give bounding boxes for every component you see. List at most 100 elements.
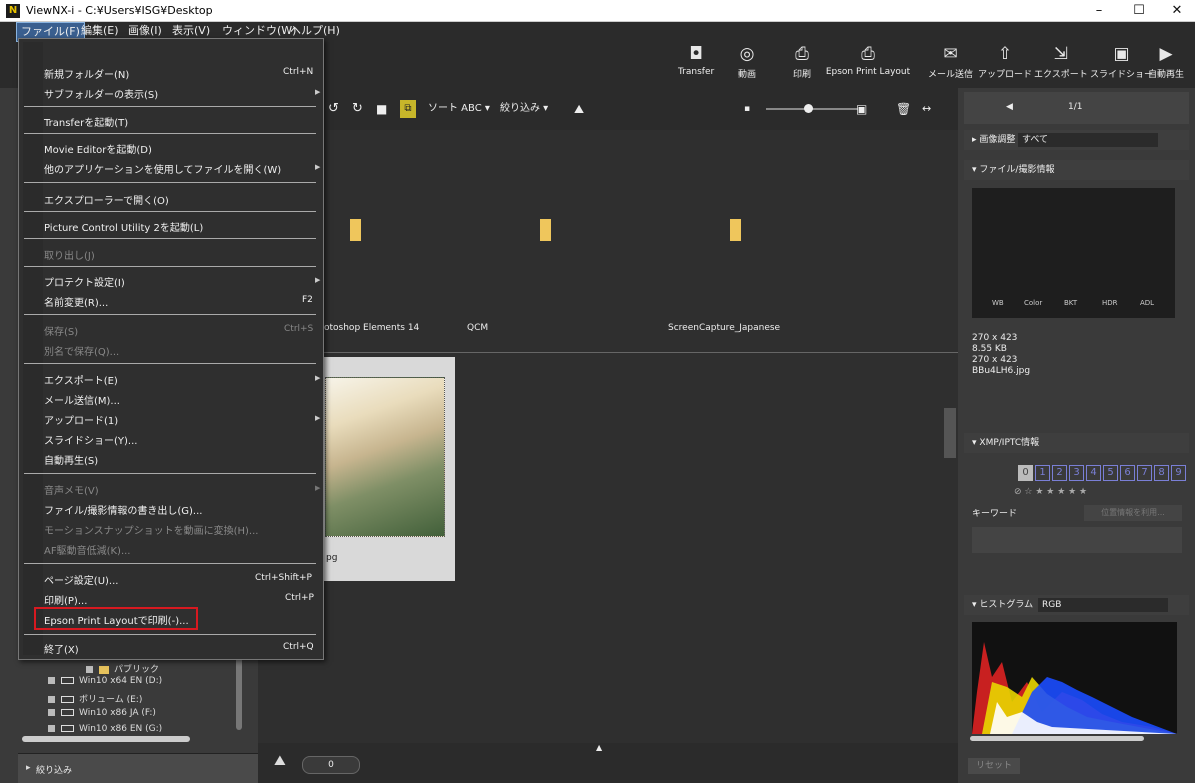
image-adjust-select[interactable]: すべて [1018,133,1158,147]
tree-item-public[interactable]: パブリック [86,662,159,675]
menu-item-email[interactable]: メール送信(M)... [44,392,120,407]
histogram [972,622,1177,734]
label-icon[interactable]: ⛰ [274,753,286,769]
transfer-button[interactable]: ◘ Transfer [678,44,714,77]
label-4[interactable]: 4 [1086,465,1101,481]
expand-icon[interactable] [48,725,55,732]
tree-item-drive-e[interactable]: ボリューム (E:) [48,692,142,705]
menu-item-print[interactable]: 印刷(P)... [44,592,87,607]
file-info-header[interactable]: ▾ ファイル/撮影情報 [964,160,1189,180]
tree-item-drive-g[interactable]: Win10 x86 EN (G:) [48,724,162,734]
export-button[interactable]: ⇲ エクスポート [1034,44,1088,80]
email-label: メール送信 [928,70,974,80]
photo-thumbnail[interactable] [325,377,445,537]
thumbnail-filename: pg [326,553,338,563]
label-7[interactable]: 7 [1137,465,1152,481]
submenu-arrow-icon: ▶ [315,276,321,284]
rotate-ccw-icon[interactable]: ↺ [328,100,339,118]
slider-knob[interactable] [804,104,813,113]
menu-item-picture-control[interactable]: Picture Control Utility 2を起動(L) [44,219,203,234]
small-thumb-icon[interactable]: ▪ [744,100,750,118]
expand-icon[interactable] [48,677,55,684]
rotate-cw-icon[interactable]: ↻ [352,100,363,118]
collapse-arrow-icon[interactable]: ▲ [596,743,602,752]
shortcut: F2 [302,295,313,305]
menu-item-exit[interactable]: 終了(X) [44,641,79,656]
histogram-channel-select[interactable]: RGB [1038,598,1168,612]
autoplay-button[interactable]: ▶ 自動再生 [1148,44,1184,80]
label-2[interactable]: 2 [1052,465,1067,481]
left-filter-panel[interactable]: ▸ 絞り込み [18,753,258,783]
menu-item-movie-editor[interactable]: Movie Editorを起動(D) [44,141,152,156]
menu-item-new-folder[interactable]: 新規フォルダー(N) [44,66,129,81]
epson-print-layout-button[interactable]: ⎙ Epson Print Layout [820,44,916,77]
folder-icon[interactable] [350,219,361,241]
star-rating[interactable]: ⊘ ☆ ★ ★ ★ ★ ★ [1014,487,1087,497]
histogram-header[interactable]: ▾ ヒストグラム RGB [964,595,1189,615]
label-5[interactable]: 5 [1103,465,1118,481]
reset-button[interactable]: リセット [968,758,1020,774]
menu-separator [24,363,316,364]
tree-item-drive-f[interactable]: Win10 x86 JA (F:) [48,708,156,718]
label-icon[interactable]: ⛰ [574,100,584,118]
label-6[interactable]: 6 [1120,465,1135,481]
image-adjust-header[interactable]: ▸ 画像調整 すべて [964,130,1189,150]
right-panel-toggle[interactable] [944,408,956,458]
expand-icon[interactable] [48,696,55,703]
info-line: 270 x 423 [972,355,1018,365]
upload-icon: ⇧ [997,44,1013,64]
group-icon[interactable]: ⧉ [400,100,416,118]
filter-label: 絞り込み [36,766,73,776]
close-button[interactable]: ✕ [1155,0,1195,22]
email-button[interactable]: ✉ メール送信 [928,44,973,80]
menu-item-page-setup[interactable]: ページ設定(U)... [44,572,118,587]
sort-dropdown[interactable]: ソート ABC ▾ [428,100,490,118]
label-0[interactable]: 0 [1018,465,1033,481]
print-button[interactable]: ⎙ 印刷 [793,44,811,80]
label-1[interactable]: 1 [1035,465,1050,481]
menu-item-motion-snapshot: モーションスナップショットを動画に変換(H)... [44,526,259,537]
folder-name[interactable]: QCM [467,323,488,333]
trash-icon[interactable]: 🗑 [896,100,911,118]
menu-item-export-info[interactable]: ファイル/撮影情報の書き出し(G)... [44,502,202,517]
label-9[interactable]: 9 [1171,465,1186,481]
upload-button[interactable]: ⇧ アップロード [978,44,1032,80]
fit-width-icon[interactable]: ↔ [922,100,931,118]
histogram-scrollbar[interactable] [970,736,1144,741]
prev-arrow-icon[interactable]: ◀ [1006,102,1013,112]
menu-item-upload[interactable]: アップロード(1) [44,412,118,427]
autoplay-icon: ▶ [1159,44,1173,64]
label-3[interactable]: 3 [1069,465,1084,481]
tree-item-drive-d[interactable]: Win10 x64 EN (D:) [48,676,162,686]
menu-item-autoplay[interactable]: 自動再生(S) [44,452,98,467]
expand-icon[interactable] [86,666,93,673]
menu-item-slideshow[interactable]: スライドショー(Y)... [44,432,137,447]
folder-name[interactable]: otoshop Elements 14 [324,323,419,333]
menu-item-show-subfolders[interactable]: サブフォルダーの表示(S) [44,86,158,101]
menu-item-open-with[interactable]: 他のアプリケーションを使用してファイルを開く(W) [44,161,281,176]
folder-icon[interactable] [540,219,551,241]
label-number-row[interactable]: 0123456789 [1018,465,1188,481]
shortcut: Ctrl+S [284,324,314,334]
menu-item-protect[interactable]: プロテクト設定(I) [44,274,125,289]
movie-button[interactable]: ◎ 動画 [738,44,756,80]
menu-item-open-explorer[interactable]: エクスプローラーで開く(O) [44,192,169,207]
tree-horizontal-scrollbar[interactable] [22,736,190,742]
expand-icon[interactable] [48,709,55,716]
slideshow-button[interactable]: ▣ スライドショー [1090,44,1153,80]
folder-icon[interactable] [730,219,741,241]
compare-icon[interactable]: ■ [376,100,387,118]
menu-item-rename[interactable]: 名前変更(R)... [44,294,108,309]
menu-item-export[interactable]: エクスポート(E) [44,372,118,387]
large-thumb-icon[interactable]: ▣ [856,100,867,118]
xmp-header[interactable]: ▾ XMP/IPTC情報 [964,433,1189,453]
label-8[interactable]: 8 [1154,465,1169,481]
folder-name[interactable]: ScreenCapture_Japanese [668,323,780,333]
menu-item-launch-transfer[interactable]: Transferを起動(T) [44,114,128,129]
location-button[interactable]: 位置情報を利用... [1084,505,1182,521]
filter-dropdown[interactable]: 絞り込み ▾ [500,100,548,118]
app-logo-icon: N [6,4,20,18]
minimize-button[interactable]: – [1077,0,1121,22]
keyword-input[interactable] [972,527,1182,553]
drive-icon [61,725,74,732]
